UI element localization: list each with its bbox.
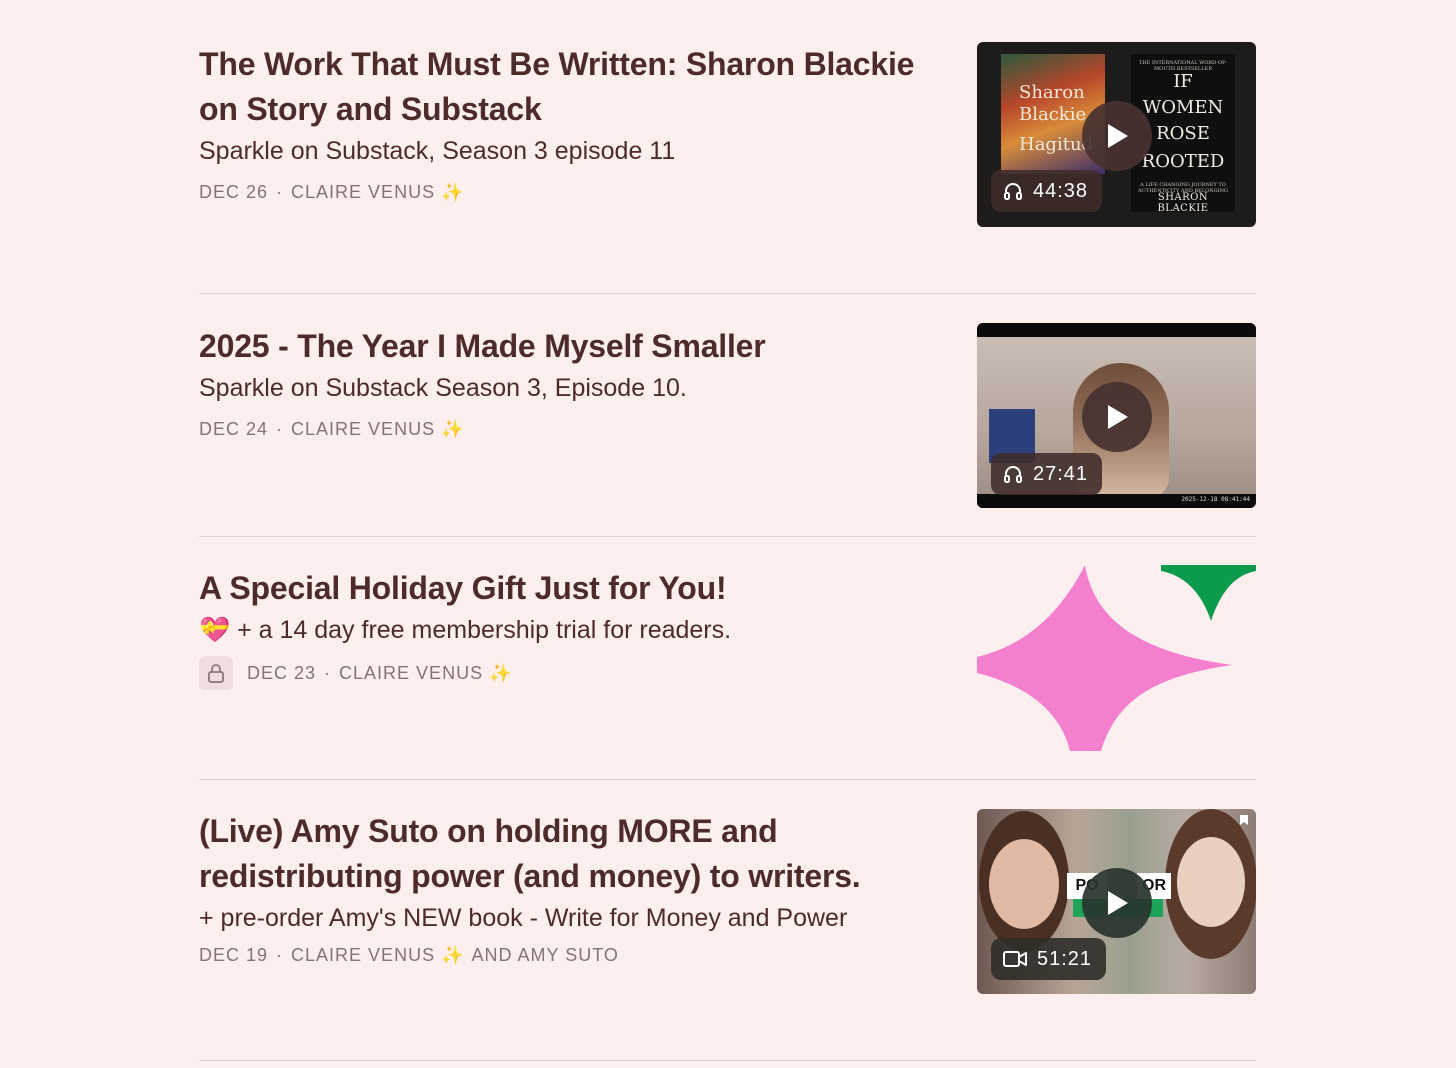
post-meta: DEC 19 · CLAIRE VENUS ✨ AND AMY SUTO [199, 939, 959, 971]
post-thumbnail[interactable]: PO OR 51:21 [977, 809, 1256, 994]
post-author[interactable]: CLAIRE VENUS [339, 663, 483, 684]
divider [199, 536, 1256, 537]
green-sparkle-shape [1161, 565, 1256, 621]
post-subtitle-text: + a 14 day free membership trial for rea… [237, 616, 732, 644]
post-text: A Special Holiday Gift Just for You! 💝 +… [199, 565, 939, 690]
play-icon [1108, 891, 1128, 915]
post-title[interactable]: 2025 - The Year I Made Myself Smaller [199, 324, 939, 369]
post-author[interactable]: CLAIRE VENUS [291, 182, 435, 203]
meta-separator: · [276, 181, 284, 202]
post-date: DEC 24 [199, 418, 269, 439]
meta-separator: · [324, 662, 332, 683]
headphones-icon [1004, 466, 1022, 483]
divider [199, 779, 1256, 780]
video-timestamp: 2025-12-18 08:41:44 [1181, 496, 1250, 503]
post-date: DEC 23 [247, 662, 317, 683]
play-button[interactable] [1082, 101, 1152, 171]
duration-text: 27:41 [1033, 462, 1089, 485]
pink-sparkle-shape [977, 565, 1232, 751]
duration-badge: 44:38 [991, 170, 1103, 212]
post-subtitle: Sparkle on Substack Season 3, Episode 10… [199, 374, 687, 402]
post-subtitle: Sparkle on Substack, Season 3 episode 11 [199, 137, 676, 165]
sparkle-graphic[interactable] [977, 565, 1256, 755]
post-coauthor[interactable]: AND AMY SUTO [472, 945, 619, 966]
post-title[interactable]: A Special Holiday Gift Just for You! [199, 566, 939, 611]
duration-text: 44:38 [1033, 179, 1089, 202]
post-meta: DEC 26 · CLAIRE VENUS ✨ [199, 176, 939, 208]
post-meta: DEC 23 · CLAIRE VENUS ✨ [199, 656, 939, 690]
play-button[interactable] [1082, 868, 1152, 938]
lock-icon [208, 664, 224, 683]
person-left-face [989, 839, 1059, 929]
meta-separator: · [276, 944, 284, 965]
duration-badge: 51:21 [991, 938, 1107, 980]
post-author[interactable]: CLAIRE VENUS [291, 945, 435, 966]
heart-gift-emoji: 💝 [199, 616, 231, 644]
divider [199, 1060, 1256, 1061]
book-text: SHARON BLACKIE [1157, 192, 1209, 214]
video-camera-icon [1003, 951, 1027, 967]
post-text: (Live) Amy Suto on holding MORE and redi… [199, 809, 959, 971]
play-icon [1108, 405, 1128, 429]
post-date: DEC 26 [199, 181, 269, 202]
post-date: DEC 19 [199, 944, 269, 965]
paywall-lock-badge [199, 656, 233, 690]
divider [199, 293, 1256, 294]
post-subtitle: 💝 + a 14 day free membership trial for r… [199, 613, 939, 647]
post-meta: DEC 24 · CLAIRE VENUS ✨ [199, 413, 939, 445]
duration-text: 51:21 [1037, 947, 1093, 970]
book-text: Sharon [1019, 82, 1085, 103]
post-text: 2025 - The Year I Made Myself Smaller Sp… [199, 323, 939, 445]
post-author[interactable]: CLAIRE VENUS [291, 419, 435, 440]
post-text: The Work That Must Be Written: Sharon Bl… [199, 42, 939, 208]
post-subtitle: + pre-order Amy's NEW book - Write for M… [199, 904, 848, 932]
play-icon [1108, 124, 1128, 148]
post-thumbnail[interactable]: 2025-12-18 08:41:44 27:41 [977, 323, 1256, 508]
post-title[interactable]: (Live) Amy Suto on holding MORE and redi… [199, 809, 959, 899]
sparkle-emoji: ✨ [441, 181, 464, 202]
person-right-face [1177, 837, 1245, 927]
meta-separator: · [276, 418, 284, 439]
book-text: Blackie [1019, 104, 1087, 125]
book-text: IF [1173, 71, 1193, 92]
sparkle-emoji: ✨ [441, 418, 464, 439]
sparkle-emoji: ✨ [441, 944, 464, 965]
sparkle-emoji: ✨ [489, 662, 512, 683]
post-title[interactable]: The Work That Must Be Written: Sharon Bl… [199, 42, 939, 132]
play-button[interactable] [1082, 382, 1152, 452]
headphones-icon [1004, 183, 1022, 200]
video-bottom-bar: 2025-12-18 08:41:44 [977, 494, 1256, 508]
duration-badge: 27:41 [991, 453, 1103, 495]
bookmark-icon [1240, 815, 1248, 825]
post-thumbnail[interactable]: Sharon Blackie Hagitud THE INTERNATIONAL… [977, 42, 1256, 227]
